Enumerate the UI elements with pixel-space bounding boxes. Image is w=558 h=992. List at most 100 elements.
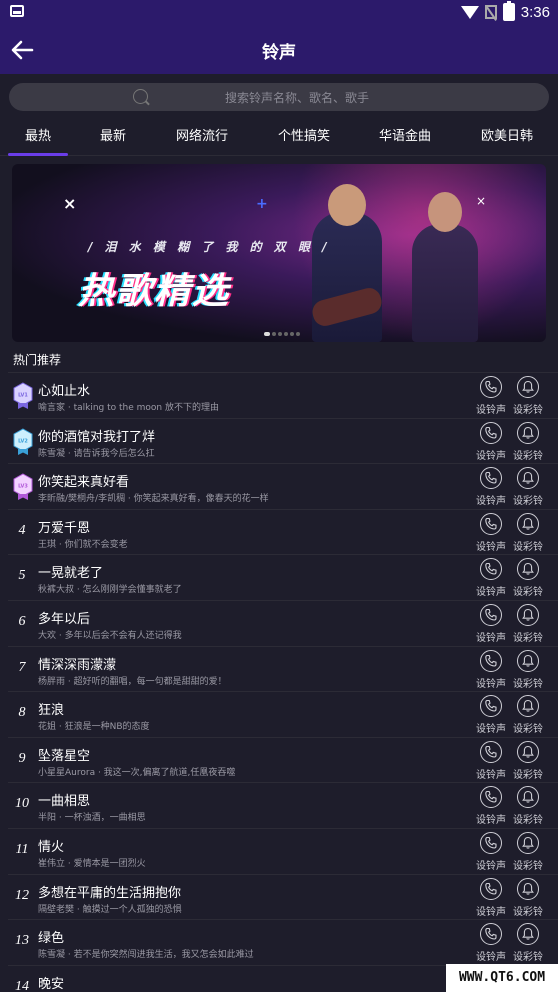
status-time: 3:36 [520, 3, 550, 21]
set-ringtone-label: 设铃声 [476, 861, 506, 872]
set-color-ring-label: 设彩铃 [513, 952, 543, 964]
set-color-ring-button[interactable]: 设彩铃 [510, 832, 546, 872]
song-row[interactable]: 4 万爱千恩 王琪 · 你们就不会变老 设铃声 设彩铃 [8, 508, 558, 554]
set-ringtone-button[interactable]: 设铃声 [473, 649, 509, 690]
song-row[interactable]: 13 绿色 陈雪凝 · 若不是你突然闯进我生活，我又怎会如此难过 设铃声 设彩铃 [8, 919, 558, 964]
carousel-dot[interactable] [264, 332, 270, 336]
set-color-ring-label: 设彩铃 [513, 769, 543, 781]
set-color-ring-button[interactable]: 设彩铃 [510, 376, 546, 416]
set-ringtone-button[interactable]: 设铃声 [473, 467, 509, 507]
bell-icon [517, 512, 539, 535]
set-ringtone-button[interactable]: 设铃声 [473, 786, 509, 826]
phone-icon [480, 740, 502, 763]
watermark: WWW.QT6.COM [446, 964, 558, 992]
set-color-ring-label: 设彩铃 [513, 861, 543, 872]
set-ringtone-label: 设铃声 [476, 496, 506, 508]
song-row[interactable]: 6 多年以后大欢 · 多年以后会不会有人还记得我 设铃声 设彩铃 [8, 600, 558, 645]
rank-number: 6 [18, 614, 26, 629]
set-color-ring-button[interactable]: 设彩铃 [510, 649, 546, 690]
rank-number: 9 [18, 750, 26, 766]
set-color-ring-button[interactable]: 设彩铃 [510, 786, 546, 826]
song-row[interactable]: LV1 心如止水 喻言家 · talking to the moon 放不下的理由 设… [8, 372, 558, 417]
set-color-ring-button[interactable]: 设彩铃 [510, 512, 546, 553]
no-signal-icon [484, 5, 497, 19]
set-color-ring-button[interactable]: 设彩铃 [510, 740, 546, 781]
set-ringtone-button[interactable]: 设铃声 [473, 376, 509, 416]
bell-icon [517, 923, 539, 946]
song-description: 隔壁老樊 · 触摸过一个人孤独的恐惧 [38, 904, 182, 915]
badge-label: LV2 [18, 438, 28, 444]
set-ringtone-button[interactable]: 设铃声 [473, 923, 509, 963]
carousel-dot[interactable] [296, 332, 300, 336]
set-ringtone-label: 设铃声 [476, 906, 506, 918]
set-ringtone-label: 设铃声 [476, 724, 506, 736]
set-color-ring-button[interactable]: 设彩铃 [510, 877, 546, 918]
carousel-dot[interactable] [278, 332, 282, 336]
bell-icon [517, 649, 539, 672]
status-icons: 3:36 [460, 1, 550, 21]
song-row[interactable]: LV3 你笑起来真好看 李昕融/樊桐舟/李凯稠 · 你笑起来真好看，像春天的花一样 设… [8, 463, 558, 508]
song-title: 多年以后 [38, 612, 91, 627]
set-color-ring-label: 设彩铃 [513, 815, 543, 827]
set-ringtone-label: 设铃声 [476, 450, 506, 462]
set-color-ring-button[interactable]: 设彩铃 [510, 558, 546, 598]
search-input[interactable]: 搜索铃声名称、歌名、歌手 [9, 83, 549, 111]
tab-hottest[interactable]: 最热 [25, 125, 51, 144]
level-badge-icon: LV2 [13, 428, 33, 455]
set-ringtone-button[interactable]: 设铃声 [473, 604, 509, 644]
category-tabs: 最热 最新 网络流行 个性搞笑 华语金曲 欧美日韩 [0, 114, 558, 156]
tab-chinese-hits[interactable]: 华语金曲 [379, 125, 431, 144]
phone-icon [480, 376, 502, 398]
tab-newest[interactable]: 最新 [100, 125, 126, 144]
set-color-ring-button[interactable]: 设彩铃 [510, 604, 546, 644]
tab-western-jpkr[interactable]: 欧美日韩 [481, 125, 533, 144]
set-ringtone-button[interactable]: 设铃声 [473, 558, 509, 598]
song-row[interactable]: 9 坠落星空小星星Aurora · 我这一次,偏离了航道,任凰夜吞噬 设铃声 设彩铃 [8, 736, 558, 782]
phone-icon [480, 786, 502, 809]
song-description: 大欢 · 多年以后会不会有人还记得我 [38, 631, 182, 641]
phone-icon [480, 877, 502, 900]
song-title: 多想在平庸的生活拥抱你 [38, 885, 182, 901]
phone-icon [480, 695, 502, 718]
decor-x-icon: × [63, 194, 77, 213]
song-row[interactable]: 5 一晃就老了 秋裤大叔 · 怎么刚刚学会懂事就老了 设铃声 设彩铃 [8, 554, 558, 599]
song-row[interactable]: 12 多想在平庸的生活拥抱你 隔壁老樊 · 触摸过一个人孤独的恐惧 设铃声 设彩铃 [8, 873, 558, 919]
level-badge-icon: LV3 [13, 473, 33, 501]
tab-funny[interactable]: 个性搞笑 [278, 125, 330, 144]
song-row[interactable]: LV2 你的酒馆对我打了烊 陈雪凝 · 请告诉我今后怎么扛 设铃声 设彩铃 [8, 417, 558, 463]
song-title: 坠落星空 [38, 748, 91, 764]
set-color-ring-label: 设彩铃 [513, 633, 543, 644]
tab-internet-popular[interactable]: 网络流行 [176, 125, 228, 144]
song-title: 绿色 [38, 931, 65, 947]
set-ringtone-label: 设铃声 [476, 678, 506, 690]
set-ringtone-button[interactable]: 设铃声 [473, 695, 509, 735]
song-description: 崔伟立 · 爱情本是一团烈火 [38, 859, 146, 869]
song-row[interactable]: 8 狂浪 花姐 · 狂浪是一种NB的态度 设铃声 设彩铃 [8, 691, 558, 736]
banner-carousel[interactable]: × + × / 泪 水 模 糊 了 我 的 双 眼 / 热歌精选 [12, 164, 546, 342]
song-description: 陈雪凝 · 请告诉我今后怎么扛 [38, 448, 155, 459]
set-color-ring-button[interactable]: 设彩铃 [510, 695, 546, 735]
set-ringtone-button[interactable]: 设铃声 [473, 421, 509, 462]
carousel-dot[interactable] [284, 332, 288, 336]
bell-icon [517, 604, 539, 626]
set-ringtone-button[interactable]: 设铃声 [473, 877, 509, 918]
set-color-ring-button[interactable]: 设彩铃 [510, 467, 546, 507]
song-title: 一曲相思 [38, 794, 91, 810]
set-ringtone-label: 设铃声 [476, 541, 506, 553]
set-color-ring-button[interactable]: 设彩铃 [510, 923, 546, 963]
set-ringtone-button[interactable]: 设铃声 [473, 512, 509, 553]
song-row[interactable]: 10 一曲相思 半阳 · 一杯浊酒，一曲相思 设铃声 设彩铃 [8, 782, 558, 827]
song-row[interactable]: 11 情火 崔伟立 · 爱情本是一团烈火 设铃声 设彩铃 [8, 828, 558, 873]
song-row[interactable]: 7 情深深雨濛濛 杨胖雨 · 超好听的翻唱，每一句都是甜甜的爱！ 设铃声 设彩铃 [8, 645, 558, 691]
song-description: 小星星Aurora · 我这一次,偏离了航道,任凰夜吞噬 [38, 767, 236, 778]
bell-icon [517, 832, 539, 854]
search-placeholder: 搜索铃声名称、歌名、歌手 [224, 91, 369, 105]
song-description: 李昕融/樊桐舟/李凯稠 · 你笑起来真好看，像春天的花一样 [38, 494, 269, 505]
set-color-ring-button[interactable]: 设彩铃 [510, 421, 546, 462]
rank-number: 11 [15, 842, 29, 857]
bell-icon [517, 695, 539, 718]
carousel-dot[interactable] [272, 332, 276, 336]
set-ringtone-button[interactable]: 设铃声 [473, 740, 509, 781]
carousel-dot[interactable] [290, 332, 294, 336]
set-ringtone-button[interactable]: 设铃声 [473, 832, 509, 872]
